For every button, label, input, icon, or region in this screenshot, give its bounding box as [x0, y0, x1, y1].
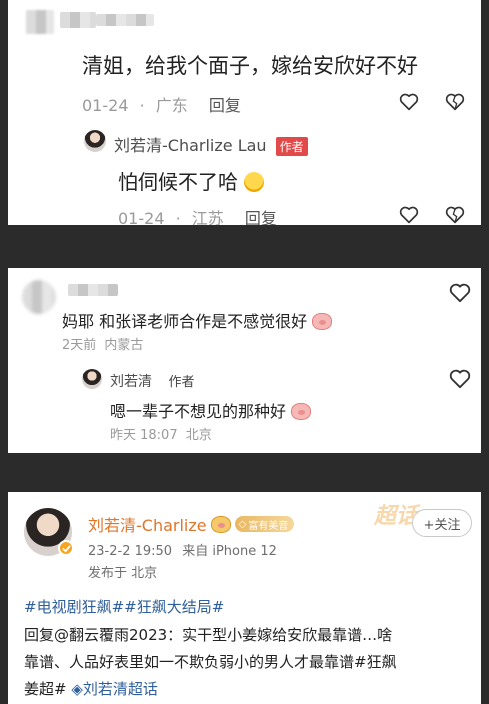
heart-icon[interactable]	[448, 282, 472, 304]
reply-author-line: 刘若清 作者	[110, 371, 194, 391]
diamond-icon: ◇	[238, 518, 247, 530]
author-avatar[interactable]	[82, 369, 102, 389]
comment-text: 妈耶 和张译老师合作是不感觉很好	[62, 312, 308, 331]
post-body-line: 回复@翻云覆雨2023：实干型小姜嫁给安欣最靠谱…啥	[24, 626, 393, 644]
meta-separator: ·	[175, 209, 181, 225]
heart-icon[interactable]	[398, 92, 420, 112]
blurred-avatar	[26, 10, 54, 34]
comment-location: 广东	[155, 96, 188, 115]
pig-emoji	[291, 403, 312, 420]
badge-label: 富有美音	[248, 520, 289, 532]
reply-date: 01-24	[118, 209, 165, 225]
reply-text: 嗯一辈子不想见的那种好	[110, 402, 287, 421]
diamond-icon: ◈	[71, 680, 83, 698]
author-badge: 作者	[168, 375, 195, 390]
reply-text-line: 嗯一辈子不想见的那种好	[110, 398, 312, 422]
super-topic-label[interactable]: 刘若清超话	[83, 680, 158, 698]
reply-time: 昨天 18:07	[110, 428, 178, 443]
broken-heart-icon[interactable]	[444, 205, 466, 225]
author-badge: ◇ 富有美音	[234, 516, 295, 532]
post-body-line: 靠谱、人品好表里如一不欺负弱小的男人才最靠谱#狂飙	[24, 653, 397, 671]
blurred-username	[60, 12, 96, 28]
reply-location: 江苏	[191, 209, 224, 225]
heart-icon[interactable]	[448, 368, 472, 390]
comment-card-2: 妈耶 和张译老师合作是不感觉很好 2天前 内蒙古 刘若清 作者 嗯一辈子不想见的…	[8, 268, 481, 453]
post-published-location: 发布于 北京	[88, 566, 158, 581]
blurred-username	[96, 14, 154, 26]
post-meta: 23-2-2 19:50 来自 iPhone 12	[88, 540, 277, 559]
author-avatar[interactable]	[84, 130, 106, 152]
broken-heart-icon[interactable]	[444, 92, 466, 112]
reply-location: 北京	[185, 428, 212, 443]
reply-author-line: 刘若清-Charlize Lau 作者	[114, 132, 308, 156]
comment-card-1: 清姐，给我个面子，嫁给安欣好不好 01-24 · 广东 回复 刘若清-Charl…	[8, 0, 481, 225]
reply-meta: 01-24 · 江苏 回复	[118, 205, 277, 225]
reply-text: 怕伺候不了哈	[118, 170, 238, 194]
comment-location: 内蒙古	[104, 338, 144, 353]
meta-separator: ·	[139, 96, 145, 115]
post-body-line-3: 姜超# ◈刘若清超话	[24, 678, 158, 699]
comment-meta: 01-24 · 广东 回复	[82, 92, 241, 116]
reply-text-line: 怕伺候不了哈	[118, 166, 265, 195]
comment-time: 2天前	[62, 338, 97, 353]
blurred-avatar	[22, 280, 56, 314]
post-datetime: 23-2-2 19:50	[88, 544, 173, 559]
reply-meta: 昨天 18:07 北京	[110, 424, 212, 443]
comment-date: 01-24	[82, 96, 129, 115]
super-topic-link[interactable]: ◈刘若清超话	[71, 680, 158, 698]
weibo-post: 刘若清-Charlize ◇ 富有美音 超话 +关注 23-2-2 19:50 …	[8, 492, 481, 704]
laughing-emoji	[244, 172, 265, 192]
pig-emoji	[210, 515, 231, 533]
heart-icon[interactable]	[398, 205, 420, 225]
author-badge: 作者	[275, 137, 308, 156]
author-name[interactable]: 刘若清	[110, 374, 152, 390]
comment-text-line: 妈耶 和张译老师合作是不感觉很好	[62, 308, 333, 332]
post-body-line: 姜超#	[24, 680, 67, 698]
comment-text: 清姐，给我个面子，嫁给安欣好不好	[82, 54, 418, 78]
blurred-username	[68, 284, 118, 296]
verified-icon	[58, 540, 74, 556]
comment-meta: 2天前 内蒙古	[62, 334, 143, 353]
pig-emoji	[312, 313, 333, 330]
reply-button[interactable]: 回复	[209, 96, 241, 115]
post-author-line: 刘若清-Charlize ◇ 富有美音	[88, 512, 295, 536]
follow-button[interactable]: +关注	[412, 509, 472, 537]
reply-button[interactable]: 回复	[245, 209, 277, 225]
post-source: 来自 iPhone 12	[182, 544, 277, 559]
author-name[interactable]: 刘若清-Charlize Lau	[114, 136, 267, 155]
author-name[interactable]: 刘若清-Charlize	[88, 512, 207, 536]
hashtag-line[interactable]: #电视剧狂飙##狂飙大结局#	[24, 596, 224, 617]
